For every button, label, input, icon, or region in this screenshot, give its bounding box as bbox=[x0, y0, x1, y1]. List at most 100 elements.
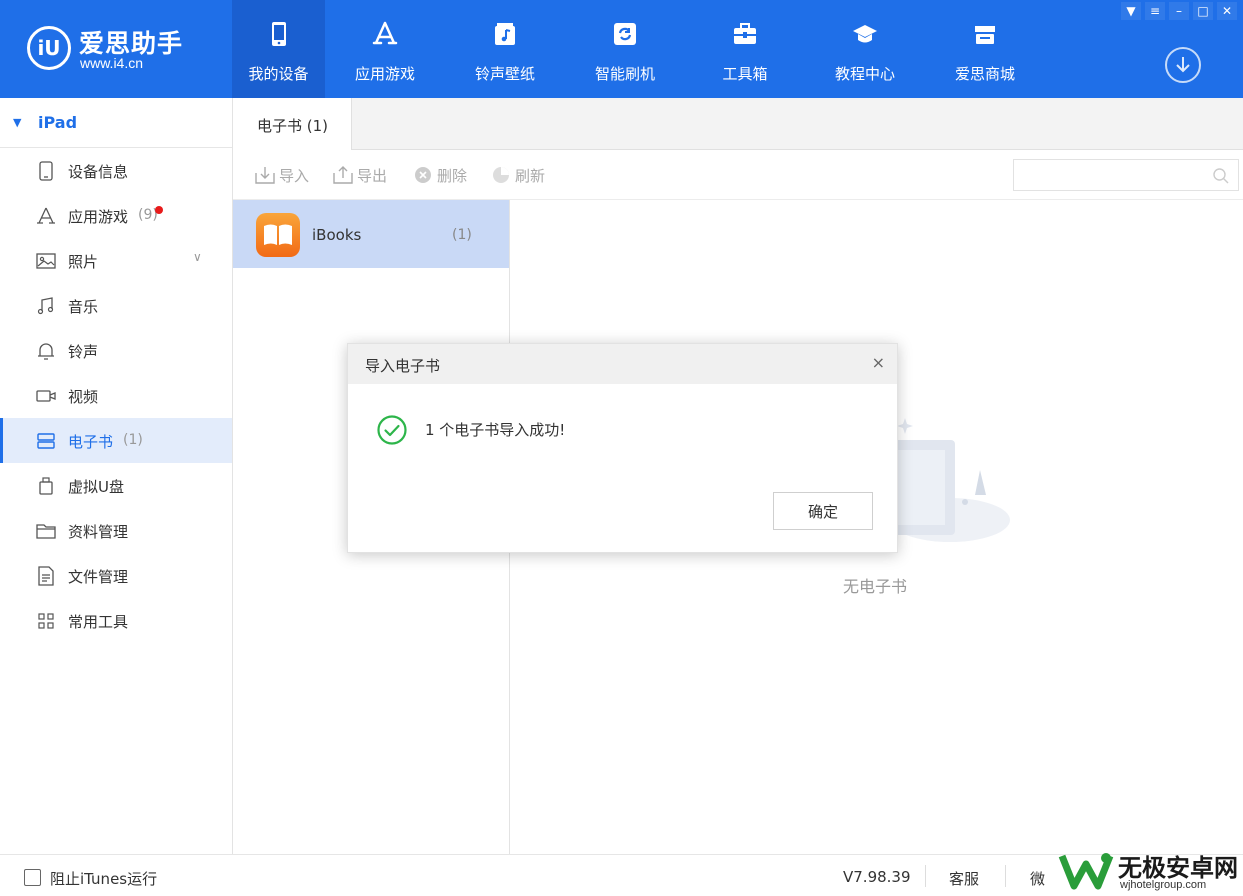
nav-my-device[interactable]: 我的设备 bbox=[232, 0, 325, 98]
sidebar-item-data[interactable]: 资料管理 bbox=[0, 508, 232, 553]
sidebar-item-music[interactable]: 音乐 bbox=[0, 283, 232, 328]
sidebar-item-label: 设备信息 bbox=[68, 163, 129, 181]
nav-tutorials[interactable]: 教程中心 bbox=[805, 0, 925, 98]
download-button[interactable] bbox=[1165, 47, 1201, 83]
refresh-icon bbox=[614, 23, 636, 45]
music-note-icon bbox=[495, 23, 515, 45]
video-icon bbox=[36, 390, 56, 402]
sidebar-item-label: 常用工具 bbox=[68, 613, 129, 631]
window-controls: ▼ ≡ – □ ✕ bbox=[1121, 2, 1237, 20]
nav-label: 教程中心 bbox=[834, 65, 895, 83]
usb-drive-icon bbox=[39, 477, 53, 495]
sidebar-item-photos[interactable]: 照片 ∨ bbox=[0, 238, 232, 283]
music-icon bbox=[37, 297, 54, 315]
export-button[interactable]: 导出 bbox=[333, 165, 387, 186]
export-icon bbox=[333, 166, 353, 184]
sidebar-item-label: 应用游戏 bbox=[68, 208, 129, 226]
list-item-count: (1) bbox=[452, 227, 472, 243]
watermark-logo-icon bbox=[1058, 853, 1114, 890]
watermark-url: wjhotelgroup.com bbox=[1120, 879, 1207, 891]
shirt-icon[interactable]: ▼ bbox=[1121, 2, 1141, 20]
nav-toolbox[interactable]: 工具箱 bbox=[685, 0, 805, 98]
list-item-name: iBooks bbox=[312, 226, 362, 244]
divider bbox=[1005, 865, 1006, 887]
refresh-button[interactable]: 刷新 bbox=[491, 165, 545, 186]
nav-apps-games[interactable]: 应用游戏 bbox=[325, 0, 445, 98]
main-nav: 我的设备 应用游戏 铃声壁纸 智能刷机 工具箱 教程中心 爱思商城 bbox=[232, 0, 1045, 98]
sidebar-item-usb[interactable]: 虚拟U盘 bbox=[0, 463, 232, 508]
dialog-title: 导入电子书 bbox=[365, 357, 441, 375]
import-button[interactable]: 导入 bbox=[255, 165, 309, 186]
caret-down-icon: ▼ bbox=[13, 116, 22, 129]
ebook-icon bbox=[37, 433, 55, 449]
toolbar: 导入 导出 删除 刷新 bbox=[233, 150, 1243, 200]
ibooks-icon bbox=[256, 213, 300, 257]
device-selector[interactable]: ▼ iPad bbox=[0, 98, 232, 148]
customer-service-link[interactable]: 客服 bbox=[949, 868, 979, 889]
sidebar-item-files[interactable]: 文件管理 bbox=[0, 553, 232, 598]
maximize-icon[interactable]: □ bbox=[1193, 2, 1213, 20]
logo-url: www.i4.cn bbox=[80, 55, 144, 71]
grid-icon bbox=[38, 613, 54, 629]
minimize-icon[interactable]: – bbox=[1169, 2, 1189, 20]
search-input[interactable] bbox=[1013, 159, 1239, 191]
toolbox-icon bbox=[734, 23, 756, 44]
sidebar-item-label: 照片 bbox=[68, 253, 99, 271]
sidebar-item-ebooks[interactable]: 电子书 (1) bbox=[0, 418, 232, 463]
phone-icon bbox=[271, 22, 286, 46]
import-label: 导入 bbox=[279, 167, 310, 185]
tab-ebooks[interactable]: 电子书 (1) bbox=[233, 98, 352, 150]
bell-icon bbox=[38, 343, 54, 360]
photo-icon bbox=[36, 253, 56, 269]
app-store-icon bbox=[372, 21, 398, 45]
sidebar-item-video[interactable]: 视频 bbox=[0, 373, 232, 418]
list-item[interactable]: iBooks (1) bbox=[233, 200, 509, 268]
nav-store[interactable]: 爱思商城 bbox=[925, 0, 1045, 98]
refresh-icon bbox=[493, 167, 509, 183]
nav-ringtones[interactable]: 铃声壁纸 bbox=[445, 0, 565, 98]
sidebar-item-tools[interactable]: 常用工具 bbox=[0, 598, 232, 643]
sidebar-item-label: 视频 bbox=[68, 388, 99, 406]
wechat-link[interactable]: 微 bbox=[1030, 868, 1045, 889]
sidebar-item-count: (1) bbox=[123, 432, 143, 448]
sidebar-item-label: 电子书 bbox=[68, 433, 114, 451]
folder-icon bbox=[36, 524, 56, 539]
file-icon bbox=[38, 566, 54, 586]
status-bar: 阻止iTunes运行 V7.98.39 客服 微 bbox=[0, 854, 1243, 896]
confirm-button[interactable]: 确定 bbox=[773, 492, 873, 530]
menu-icon[interactable]: ≡ bbox=[1145, 2, 1165, 20]
chevron-down-icon[interactable]: ∨ bbox=[193, 250, 202, 264]
export-label: 导出 bbox=[357, 167, 388, 185]
nav-label: 爱思商城 bbox=[954, 65, 1015, 83]
app-logo: iU 爱思助手 www.i4.cn bbox=[27, 24, 197, 74]
nav-label: 应用游戏 bbox=[354, 65, 415, 83]
dialog-message: 1 个电子书导入成功! bbox=[425, 421, 566, 439]
sidebar-item-apps[interactable]: 应用游戏 (9) bbox=[0, 193, 232, 238]
nav-label: 我的设备 bbox=[248, 65, 309, 83]
success-check-icon bbox=[377, 415, 407, 445]
sidebar-item-label: 虚拟U盘 bbox=[68, 478, 124, 496]
download-icon bbox=[1176, 57, 1190, 73]
tab-label: 电子书 (1) bbox=[257, 117, 329, 135]
device-info-icon bbox=[39, 161, 53, 181]
import-ebook-dialog: 导入电子书 × 1 个电子书导入成功! 确定 bbox=[347, 343, 898, 553]
block-itunes-label[interactable]: 阻止iTunes运行 bbox=[50, 868, 157, 889]
tab-bar: 电子书 (1) bbox=[233, 98, 1243, 150]
delete-icon bbox=[415, 167, 431, 183]
nav-flash[interactable]: 智能刷机 bbox=[565, 0, 685, 98]
sidebar-item-device-info[interactable]: 设备信息 bbox=[0, 148, 232, 193]
sidebar-item-label: 铃声 bbox=[68, 343, 99, 361]
close-icon[interactable]: ✕ bbox=[1217, 2, 1237, 20]
watermark: 无极安卓网 wjhotelgroup.com bbox=[1058, 848, 1243, 896]
notification-badge bbox=[155, 206, 163, 214]
version-label: V7.98.39 bbox=[843, 868, 911, 886]
graduation-cap-icon bbox=[853, 25, 877, 43]
block-itunes-checkbox[interactable] bbox=[24, 869, 41, 886]
delete-button[interactable]: 删除 bbox=[413, 165, 467, 186]
nav-label: 智能刷机 bbox=[594, 65, 655, 83]
close-icon[interactable]: × bbox=[872, 353, 885, 372]
search-icon bbox=[1213, 168, 1229, 184]
sidebar-item-ringtones[interactable]: 铃声 bbox=[0, 328, 232, 373]
delete-label: 删除 bbox=[437, 167, 468, 185]
app-store-icon bbox=[37, 207, 55, 224]
